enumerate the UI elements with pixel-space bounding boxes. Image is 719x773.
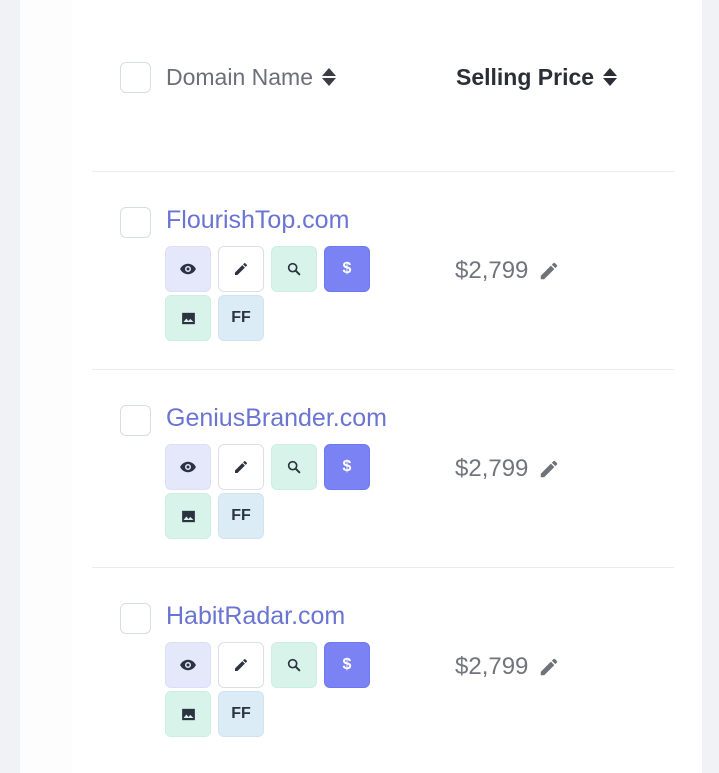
sort-icon [603, 68, 618, 86]
image-icon [181, 510, 195, 522]
ff-button[interactable]: FF [218, 691, 264, 737]
ff-button[interactable]: FF [218, 295, 264, 341]
view-button[interactable] [165, 642, 211, 688]
selling-price: $2,799 [455, 256, 560, 286]
column-header-domain[interactable]: Domain Name [166, 60, 337, 94]
selling-price: $2,799 [455, 454, 560, 484]
price-value: $2,799 [455, 653, 529, 680]
price-value: $2,799 [455, 455, 529, 482]
image-icon [181, 312, 195, 324]
search-button[interactable] [271, 642, 317, 688]
search-button[interactable] [271, 246, 317, 292]
column-header-price[interactable]: Selling Price [456, 60, 618, 94]
edit-price-icon[interactable] [538, 656, 560, 678]
eye-icon [180, 263, 196, 275]
magnifier-icon [287, 460, 301, 474]
magnifier-icon [287, 658, 301, 672]
image-icon [181, 708, 195, 720]
eye-icon [180, 461, 196, 473]
eye-icon [180, 659, 196, 671]
edit-button[interactable] [218, 444, 264, 490]
table-row: FlourishTop.com $ FF $2,799 [92, 172, 674, 370]
domain-link[interactable]: FlourishTop.com [166, 206, 349, 235]
table-row: GeniusBrander.com $ FF $2,799 [92, 370, 674, 568]
pencil-icon [235, 460, 248, 473]
search-button[interactable] [271, 444, 317, 490]
sort-icon [322, 68, 336, 86]
pencil-icon [235, 262, 248, 275]
view-button[interactable] [165, 444, 211, 490]
column-header-domain-label: Domain Name [166, 63, 313, 90]
table-row: HabitRadar.com $ FF $2,799 [92, 568, 674, 766]
edit-button[interactable] [218, 246, 264, 292]
row-checkbox[interactable] [120, 603, 151, 634]
image-button[interactable] [165, 295, 211, 341]
domain-link[interactable]: HabitRadar.com [166, 602, 345, 631]
view-button[interactable] [165, 246, 211, 292]
image-button[interactable] [165, 691, 211, 737]
price-button[interactable]: $ [324, 642, 370, 688]
column-header-price-label: Selling Price [456, 63, 595, 90]
edit-price-icon[interactable] [538, 458, 560, 480]
table-header: Domain Name Selling Price [92, 0, 674, 172]
pencil-icon [235, 658, 248, 671]
magnifier-icon [287, 262, 301, 276]
price-value: $2,799 [455, 257, 529, 284]
domain-link[interactable]: GeniusBrander.com [166, 404, 387, 433]
edit-price-icon[interactable] [538, 260, 560, 282]
selling-price: $2,799 [455, 652, 560, 682]
price-button[interactable]: $ [324, 444, 370, 490]
edit-button[interactable] [218, 642, 264, 688]
price-button[interactable]: $ [324, 246, 370, 292]
image-button[interactable] [165, 493, 211, 539]
panel-gutter [20, 0, 72, 773]
select-all-checkbox[interactable] [120, 62, 151, 93]
row-checkbox[interactable] [120, 207, 151, 238]
ff-button[interactable]: FF [218, 493, 264, 539]
row-checkbox[interactable] [120, 405, 151, 436]
